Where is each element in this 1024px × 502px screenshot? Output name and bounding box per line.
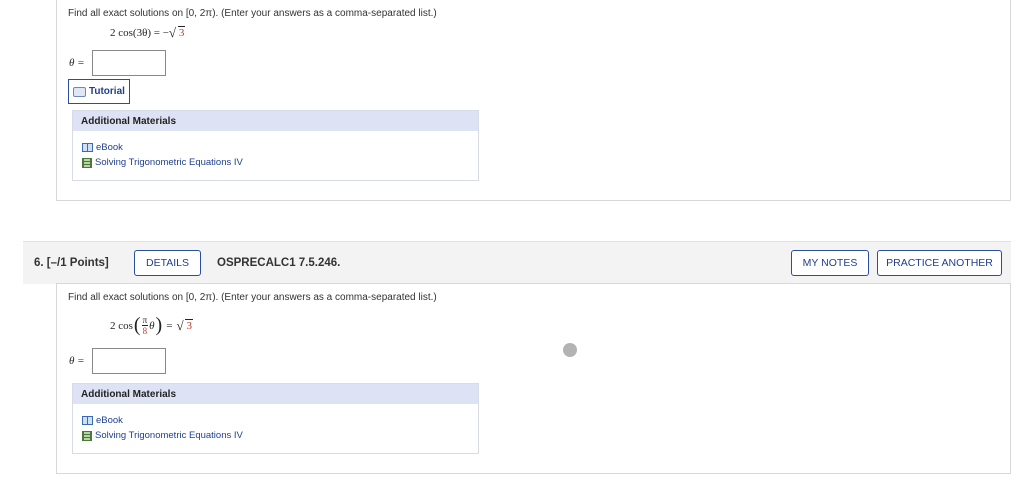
ebook-icon: [82, 416, 93, 425]
equation-radicand: 3: [185, 318, 193, 332]
theta-label: θ =: [69, 57, 85, 69]
right-paren: ): [155, 314, 163, 336]
fraction: π 8: [141, 315, 149, 336]
video-label: Solving Trigonometric Equations IV: [95, 430, 243, 441]
equation-lhs: 2 cos(3θ) = −: [110, 27, 169, 39]
answer-input[interactable]: [92, 50, 166, 76]
video-label: Solving Trigonometric Equations IV: [95, 157, 243, 168]
eq-coef: 2 cos: [110, 319, 133, 332]
additional-materials-header: Additional Materials: [73, 111, 478, 131]
question-6-prompt: Find all exact solutions on [0, 2π). (En…: [68, 292, 437, 303]
tutorial-button[interactable]: Tutorial: [68, 79, 130, 104]
my-notes-button[interactable]: MY NOTES: [791, 250, 869, 276]
video-icon: [82, 157, 92, 168]
frac-numerator: π: [141, 315, 149, 326]
tutorial-label: Tutorial: [89, 86, 125, 97]
left-paren: (: [133, 314, 141, 336]
theta-label: θ =: [69, 355, 85, 367]
sqrt-symbol: √ 3: [176, 317, 193, 333]
video-link[interactable]: Solving Trigonometric Equations IV: [82, 157, 243, 168]
answer-input[interactable]: [92, 348, 166, 374]
practice-another-button[interactable]: PRACTICE ANOTHER: [877, 250, 1002, 276]
details-button[interactable]: DETAILS: [134, 250, 201, 276]
eq-equals: =: [166, 319, 173, 332]
question-code: OSPRECALC1 7.5.246.: [217, 257, 341, 269]
ebook-label: eBook: [96, 142, 123, 153]
sqrt-symbol: √ 3: [168, 25, 186, 40]
question-5-prompt: Find all exact solutions on [0, 2π). (En…: [68, 8, 437, 19]
frac-denominator: 8: [142, 326, 148, 336]
additional-materials-panel: Additional Materials eBook Solving Trigo…: [72, 110, 479, 181]
question-number: 6. [–/1 Points]: [34, 257, 109, 269]
eq-theta: θ: [149, 319, 155, 332]
question-6-header: 6. [–/1 Points] DETAILS OSPRECALC1 7.5.2…: [23, 241, 1011, 284]
ebook-label: eBook: [96, 415, 123, 426]
cursor-dot: [563, 343, 577, 357]
ebook-link[interactable]: eBook: [82, 142, 123, 153]
tutorial-icon: [73, 86, 86, 97]
ebook-icon: [82, 143, 93, 152]
video-icon: [82, 430, 92, 441]
additional-materials-header: Additional Materials: [73, 384, 478, 404]
question-5-equation: 2 cos(3θ) = − √ 3: [110, 25, 186, 40]
equation-radicand: 3: [177, 26, 186, 39]
ebook-link[interactable]: eBook: [82, 415, 123, 426]
additional-materials-panel: Additional Materials eBook Solving Trigo…: [72, 383, 479, 454]
video-link[interactable]: Solving Trigonometric Equations IV: [82, 430, 243, 441]
question-6-equation: 2 cos ( π 8 θ ) = √ 3: [110, 314, 193, 337]
